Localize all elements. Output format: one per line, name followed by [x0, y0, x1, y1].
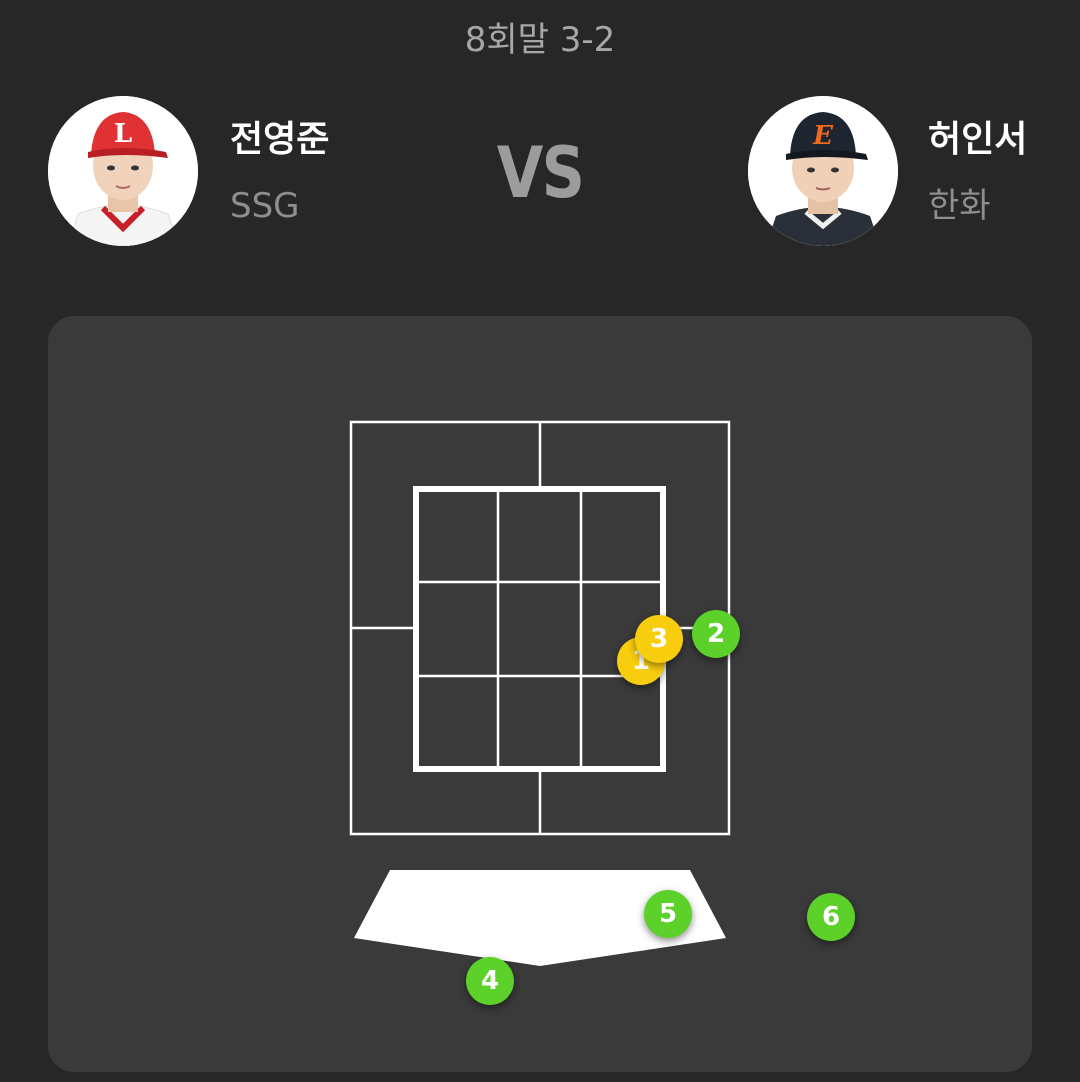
pitch-marker-5[interactable]: 5	[644, 890, 692, 938]
strike-zone-box	[413, 486, 666, 772]
pitch-marker-2[interactable]: 2	[692, 610, 740, 658]
pitch-marker-4[interactable]: 4	[466, 957, 514, 1005]
pitch-marker-6[interactable]: 6	[807, 893, 855, 941]
strike-zone-diagram	[349, 420, 731, 966]
pitch-marker-3[interactable]: 3	[635, 615, 683, 663]
